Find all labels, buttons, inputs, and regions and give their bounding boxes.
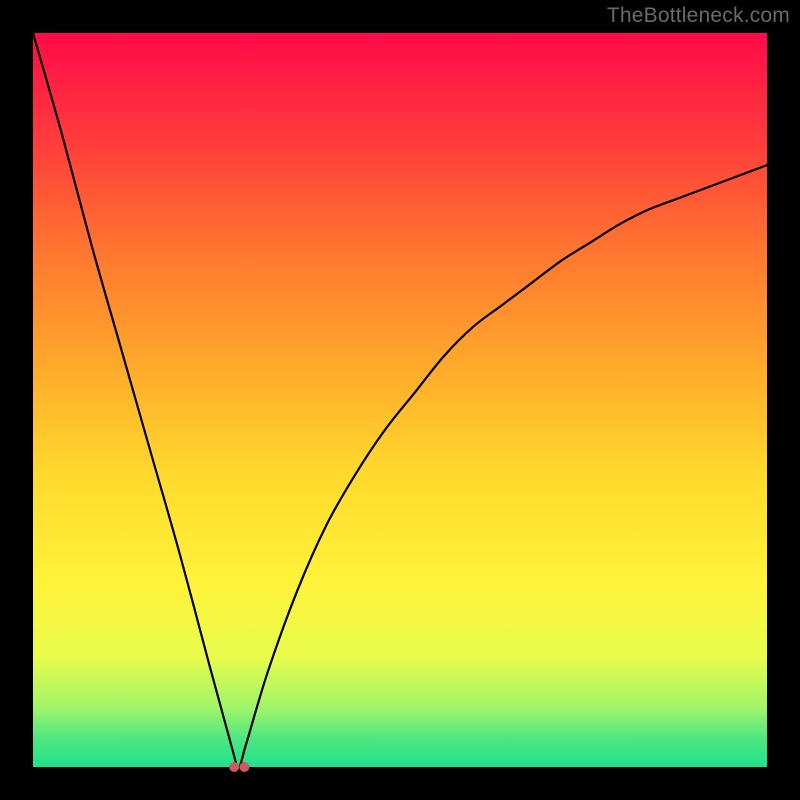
chart-svg xyxy=(33,33,767,767)
chart-frame: TheBottleneck.com xyxy=(0,0,800,800)
optimum-marker xyxy=(229,762,239,772)
chart-plot-area xyxy=(33,33,767,767)
bottleneck-curve xyxy=(33,33,767,767)
watermark-text: TheBottleneck.com xyxy=(607,4,790,28)
optimum-marker xyxy=(239,762,249,772)
